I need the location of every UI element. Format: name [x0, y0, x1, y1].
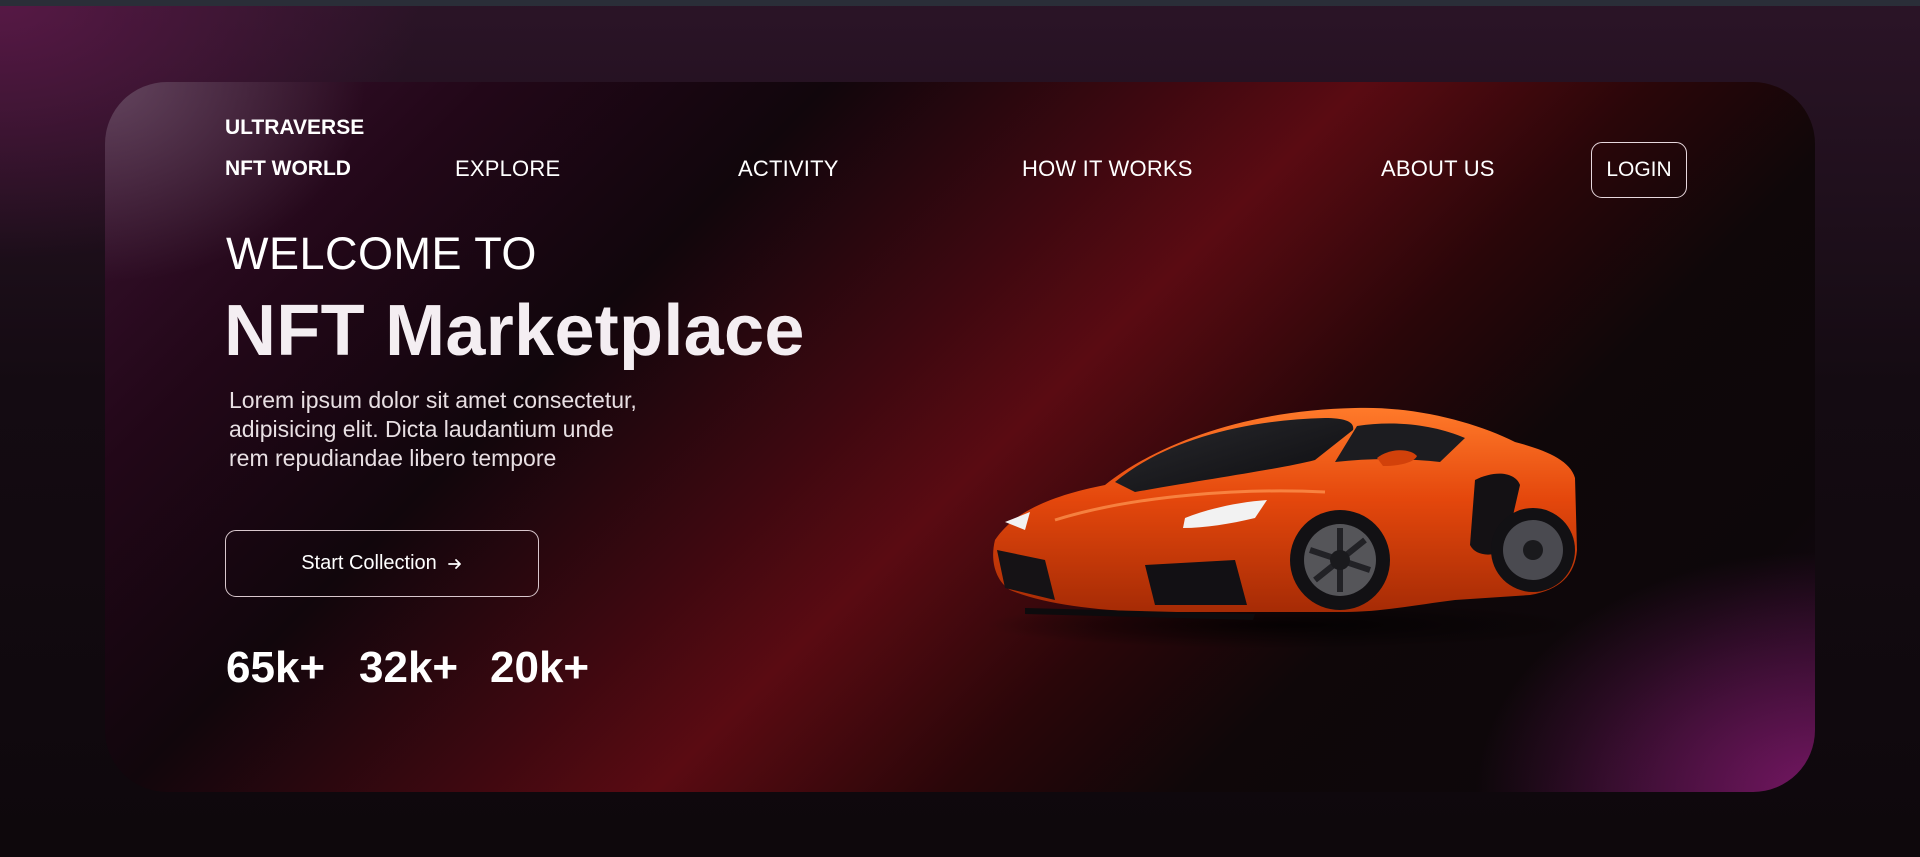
- nav-explore[interactable]: EXPLORE: [455, 156, 560, 182]
- hero-description: Lorem ipsum dolor sit amet consectetur, …: [229, 387, 637, 471]
- stat-value: 65k+: [226, 643, 326, 692]
- nav-activity[interactable]: ACTIVITY: [738, 156, 839, 182]
- browser-top-strip: [0, 0, 1920, 6]
- welcome-heading: WELCOME TO: [226, 228, 537, 279]
- start-collection-label: Start Collection: [301, 552, 437, 574]
- brand-subtitle[interactable]: NFT WORLD: [225, 157, 351, 181]
- stat-value: 20k+: [490, 643, 590, 692]
- arrow-right-icon: [447, 558, 461, 569]
- login-button[interactable]: LOGIN: [1591, 142, 1687, 198]
- brand-name[interactable]: ULTRAVERSE: [225, 116, 364, 140]
- nav-about-us[interactable]: ABOUT US: [1381, 156, 1495, 182]
- page-title: NFT Marketplace: [224, 291, 805, 371]
- stat-value: 32k+: [359, 643, 459, 692]
- sports-car-image: [985, 407, 1585, 649]
- nav-how-it-works[interactable]: HOW IT WORKS: [1022, 156, 1193, 182]
- start-collection-button[interactable]: Start Collection: [225, 530, 539, 597]
